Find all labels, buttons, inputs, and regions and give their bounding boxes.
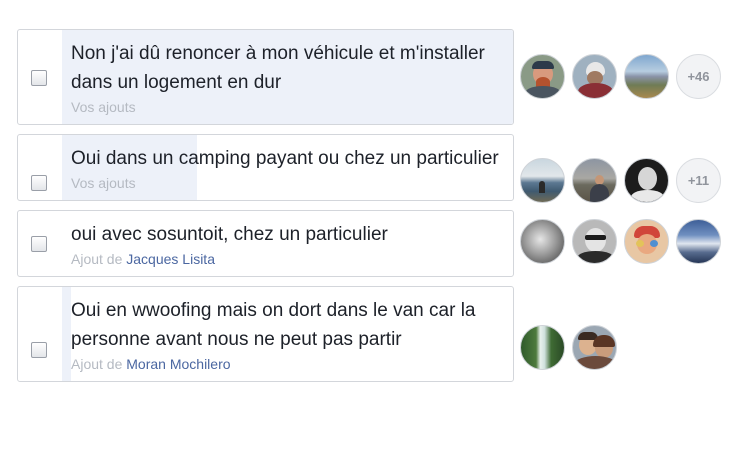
poll-option: oui avec sosuntoit, chez un particulier … — [17, 210, 737, 277]
avatar[interactable] — [572, 158, 617, 203]
option-checkbox[interactable] — [31, 175, 47, 191]
avatar[interactable] — [624, 219, 669, 264]
option-meta: Ajout de Moran Mochilero — [71, 355, 503, 373]
author-link[interactable]: Moran Mochilero — [126, 356, 230, 372]
voter-avatars: +11 — [520, 158, 721, 203]
poll-options: Non j'ai dû renoncer à mon véhicule et m… — [17, 29, 737, 391]
option-checkbox[interactable] — [31, 236, 47, 252]
avatar[interactable] — [572, 325, 617, 370]
poll-option: Oui dans un camping payant ou chez un pa… — [17, 134, 737, 203]
avatar[interactable] — [520, 158, 565, 203]
meta-prefix: Ajout de — [71, 356, 123, 372]
author-link[interactable]: Jacques Lisita — [126, 251, 215, 267]
poll-option: Oui en wwoofing mais on dort dans le van… — [17, 286, 737, 382]
voter-avatars: +46 — [520, 54, 721, 99]
voter-avatars — [520, 219, 721, 264]
avatar[interactable] — [676, 219, 721, 264]
poll-option-card[interactable]: Oui en wwoofing mais on dort dans le van… — [17, 286, 514, 382]
option-meta: Ajout de Jacques Lisita — [71, 250, 503, 268]
avatar[interactable] — [520, 219, 565, 264]
option-meta: Vos ajouts — [71, 98, 503, 116]
option-meta: Vos ajouts — [71, 174, 503, 192]
avatar[interactable] — [572, 54, 617, 99]
meta-prefix: Ajout de — [71, 251, 123, 267]
poll-option: Non j'ai dû renoncer à mon véhicule et m… — [17, 29, 737, 125]
more-voters-button[interactable]: +11 — [676, 158, 721, 203]
avatar[interactable] — [572, 219, 617, 264]
avatar[interactable] — [520, 54, 565, 99]
vote-bar — [62, 287, 71, 381]
meta-prefix: Vos ajouts — [71, 175, 136, 191]
option-text: Non j'ai dû renoncer à mon véhicule et m… — [71, 43, 485, 93]
poll-option-card[interactable]: Oui dans un camping payant ou chez un pa… — [17, 134, 514, 201]
option-checkbox[interactable] — [31, 342, 47, 358]
avatar[interactable] — [520, 325, 565, 370]
voter-avatars — [520, 325, 617, 370]
avatar[interactable] — [624, 54, 669, 99]
poll-option-card[interactable]: Non j'ai dû renoncer à mon véhicule et m… — [17, 29, 514, 125]
option-text: Oui dans un camping payant ou chez un pa… — [71, 148, 499, 169]
option-checkbox[interactable] — [31, 70, 47, 86]
more-voters-button[interactable]: +46 — [676, 54, 721, 99]
poll-option-card[interactable]: oui avec sosuntoit, chez un particulier … — [17, 210, 514, 277]
meta-prefix: Vos ajouts — [71, 99, 136, 115]
avatar[interactable] — [624, 158, 669, 203]
option-text: oui avec sosuntoit, chez un particulier — [71, 224, 388, 245]
option-text: Oui en wwoofing mais on dort dans le van… — [71, 300, 476, 350]
